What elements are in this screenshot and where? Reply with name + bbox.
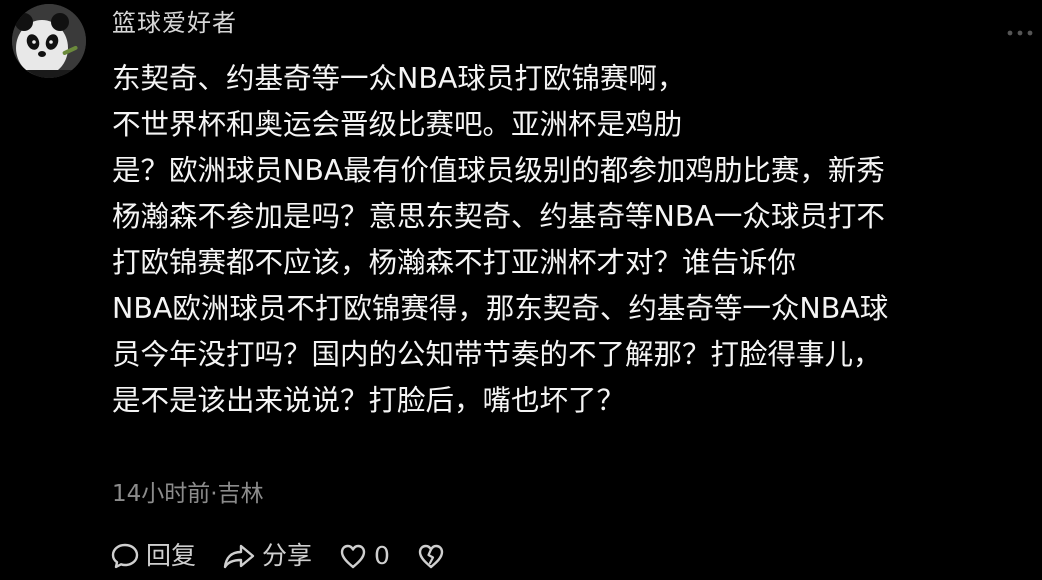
comment-text-line: 员今年没打吗？国内的公知带节奏的不了解那？打脸得事儿， (112, 338, 882, 371)
share-label: 分享 (262, 541, 313, 570)
comment-text-line: 打欧锦赛都不应该，杨瀚森不打亚洲杯才对？谁告诉你 (112, 246, 797, 279)
comment-item: 篮球爱好者 东契奇、约基奇等一众NBA球员打欧锦赛啊， 不世界杯和奥运会晋级比赛… (0, 0, 1042, 580)
comment-text-line: 是不是该出来说说？打脸后，嘴也坏了？ (112, 384, 626, 417)
reply-button[interactable]: 回复 (110, 536, 196, 576)
share-arrow-icon (223, 544, 255, 569)
comment-text-line: 东契奇、约基奇等一众NBA球员打欧锦赛啊， (112, 62, 686, 95)
meta-separator: · (210, 481, 218, 507)
comment-time: 14小时前 (112, 481, 211, 507)
dislike-button[interactable] (416, 541, 446, 571)
avatar[interactable] (12, 4, 86, 78)
heart-icon (340, 544, 366, 569)
comment-body: 东契奇、约基奇等一众NBA球员打欧锦赛啊， 不世界杯和奥运会晋级比赛吧。亚洲杯是… (112, 56, 1032, 424)
like-button[interactable]: 0 (338, 536, 390, 576)
share-button[interactable]: 分享 (222, 536, 312, 576)
like-count: 0 (374, 541, 390, 570)
more-dots-icon (1007, 30, 1033, 36)
panda-avatar-icon (12, 4, 86, 78)
action-bar: 回复 分享 0 (110, 536, 472, 576)
broken-heart-icon (418, 544, 444, 569)
reply-label: 回复 (146, 541, 197, 570)
comment-text-line: NBA欧洲球员不打欧锦赛得，那东契奇、约基奇等一众NBA球 (112, 292, 889, 325)
comment-text-line: 不世界杯和奥运会晋级比赛吧。亚洲杯是鸡肋 (112, 108, 683, 141)
comment-location: 吉林 (217, 481, 264, 507)
comment-text-line: 杨瀚森不参加是吗？意思东契奇、约基奇等NBA一众球员打不 (112, 200, 885, 233)
comment-meta: 14小时前·吉林 (112, 478, 264, 510)
comment-bubble-icon (111, 543, 139, 569)
username[interactable]: 篮球爱好者 (112, 6, 237, 40)
more-button[interactable] (1002, 24, 1042, 36)
comment-text-line: 是？欧洲球员NBA最有价值球员级别的都参加鸡肋比赛，新秀 (112, 154, 885, 187)
